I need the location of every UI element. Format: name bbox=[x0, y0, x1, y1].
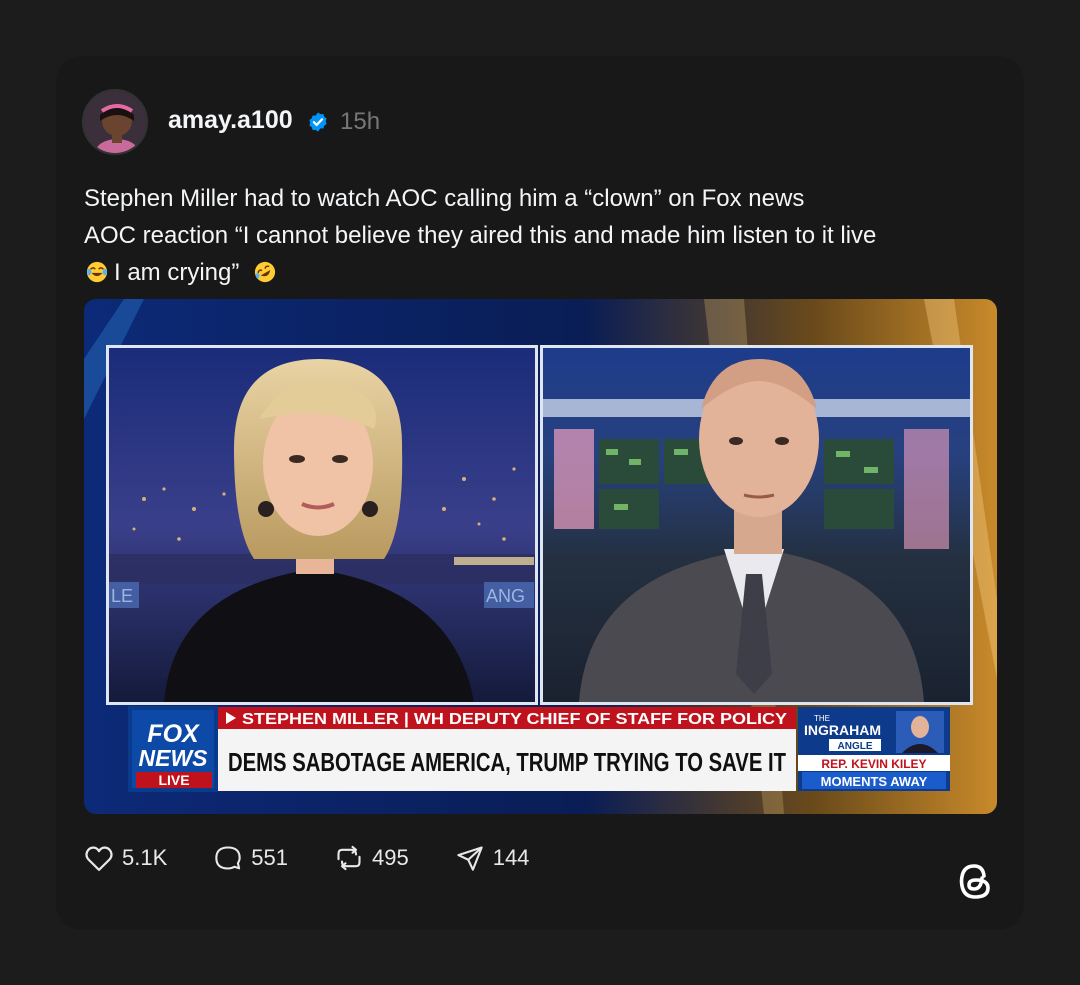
share-count: 144 bbox=[492, 845, 530, 870]
reply-button[interactable]: 551 bbox=[213, 844, 288, 872]
wall-text-right: ANG bbox=[486, 586, 525, 606]
threads-logo-icon[interactable] bbox=[956, 860, 994, 902]
repost-icon bbox=[337, 845, 361, 871]
like-button[interactable]: 5.1K bbox=[84, 844, 167, 872]
repost-count: 495 bbox=[371, 845, 409, 870]
promo-angle: ANGLE bbox=[838, 741, 873, 752]
rofl-emoji bbox=[254, 261, 276, 283]
heart-icon bbox=[85, 846, 113, 871]
joy-emoji bbox=[86, 261, 108, 283]
post-media-video[interactable]: LE ANG FOX NEWS LIVE STEPHEN MILLER | WH… bbox=[84, 299, 997, 814]
repost-button[interactable]: 495 bbox=[334, 844, 409, 872]
promo-show-title: INGRAHAM bbox=[804, 722, 881, 738]
post-text-line: AOC reaction “I cannot believe they aire… bbox=[84, 222, 877, 249]
like-count: 5.1K bbox=[122, 845, 168, 870]
video-frame: LE ANG FOX NEWS LIVE STEPHEN MILLER | WH… bbox=[84, 299, 997, 814]
reply-count: 551 bbox=[251, 845, 288, 870]
post-body: Stephen Miller had to watch AOC calling … bbox=[84, 180, 1004, 291]
live-label: LIVE bbox=[158, 772, 189, 788]
comment-icon bbox=[215, 846, 241, 870]
thread-post-card: amay.a100 15h Stephen Miller had to watc… bbox=[56, 56, 1024, 930]
fox-logo-text: FOX bbox=[147, 720, 200, 748]
avatar[interactable] bbox=[82, 89, 148, 155]
post-text-line: I am crying” bbox=[84, 254, 1004, 291]
verified-badge-icon bbox=[309, 112, 327, 132]
post-timestamp: 15h bbox=[340, 108, 381, 135]
post-text-fragment: I am crying” bbox=[114, 259, 240, 286]
share-button[interactable]: 144 bbox=[455, 844, 530, 872]
promo-guest: REP. KEVIN KILEY bbox=[821, 757, 926, 771]
chyron-top-text: STEPHEN MILLER | WH DEPUTY CHIEF OF STAF… bbox=[242, 711, 787, 728]
username[interactable]: amay.a100 bbox=[168, 106, 293, 135]
avatar-image bbox=[84, 91, 146, 153]
news-logo-text: NEWS bbox=[139, 745, 209, 771]
promo-moments-away: MOMENTS AWAY bbox=[821, 774, 928, 789]
wall-text-left: LE bbox=[111, 586, 133, 606]
post-text-line: Stephen Miller had to watch AOC calling … bbox=[84, 185, 805, 212]
post-actions-bar: 5.1K 551 495 144 bbox=[84, 840, 575, 876]
chyron-headline: DEMS SABOTAGE AMERICA, TRUMP TRYING TO S… bbox=[228, 747, 786, 777]
send-icon bbox=[456, 846, 483, 871]
